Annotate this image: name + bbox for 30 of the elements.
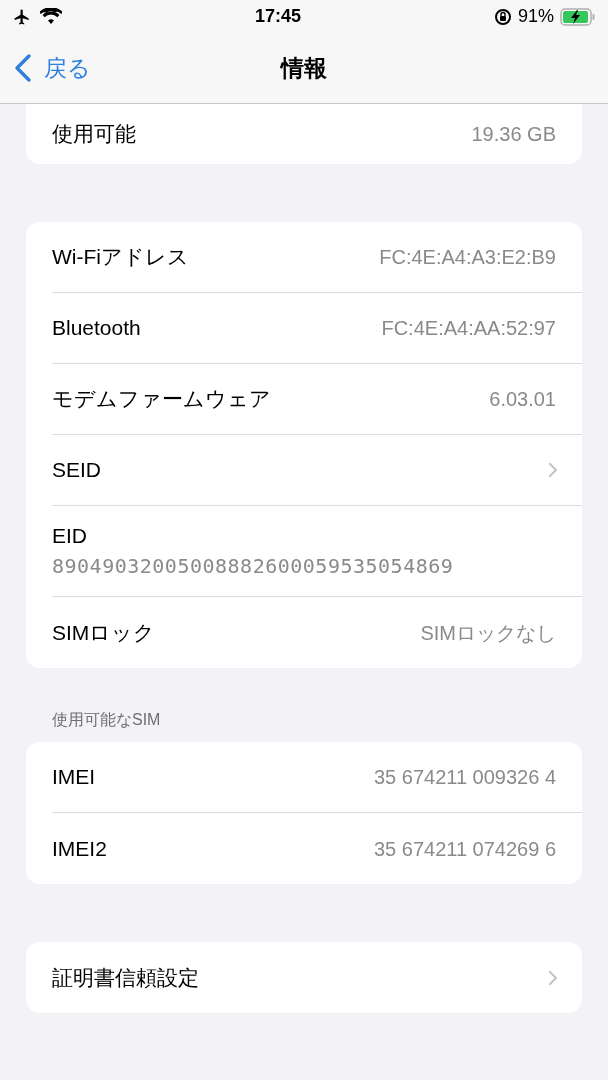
row-value: FC:4E:A4:A3:E2:B9 (379, 245, 556, 270)
row-label: IMEI2 (52, 835, 107, 862)
status-time: 17:45 (254, 5, 301, 28)
row-value: FC:4E:A4:AA:52:97 (381, 316, 556, 341)
settings-row[interactable]: 証明書信頼設定 (52, 942, 582, 1013)
row-label: 使用可能 (52, 121, 136, 148)
chevron-left-icon (14, 53, 32, 84)
battery-percent: 91% (517, 5, 554, 28)
row-value: 89049032005008882600059535054869 (52, 553, 455, 579)
row-value: 35 674211 074269 6 (373, 836, 556, 862)
row-label: EID (52, 523, 88, 550)
row-label: モデムファームウェア (52, 386, 271, 413)
settings-row[interactable]: SEID (52, 435, 582, 506)
row-value: SIMロックなし (420, 620, 556, 646)
chevron-right-icon (548, 969, 558, 986)
chevron-right-icon (548, 462, 558, 478)
back-button[interactable]: 戻る (14, 51, 91, 86)
page-title: 情報 (281, 53, 327, 83)
row-label: Wi-Fiアドレス (52, 244, 189, 271)
battery-charging-icon (560, 7, 596, 26)
row-label: SIMロック (52, 619, 156, 646)
row-label: IMEI (52, 764, 96, 791)
row-value: 35 674211 009326 4 (373, 765, 556, 790)
airplane-icon (12, 7, 32, 26)
wifi-icon (40, 8, 62, 25)
row-value: 19.36 GB (471, 122, 556, 147)
row-label: Bluetooth (52, 315, 141, 342)
row-value: 6.03.01 (489, 387, 556, 412)
rotation-lock-icon (493, 7, 512, 26)
section-header: 使用可能なSIM (51, 710, 162, 730)
